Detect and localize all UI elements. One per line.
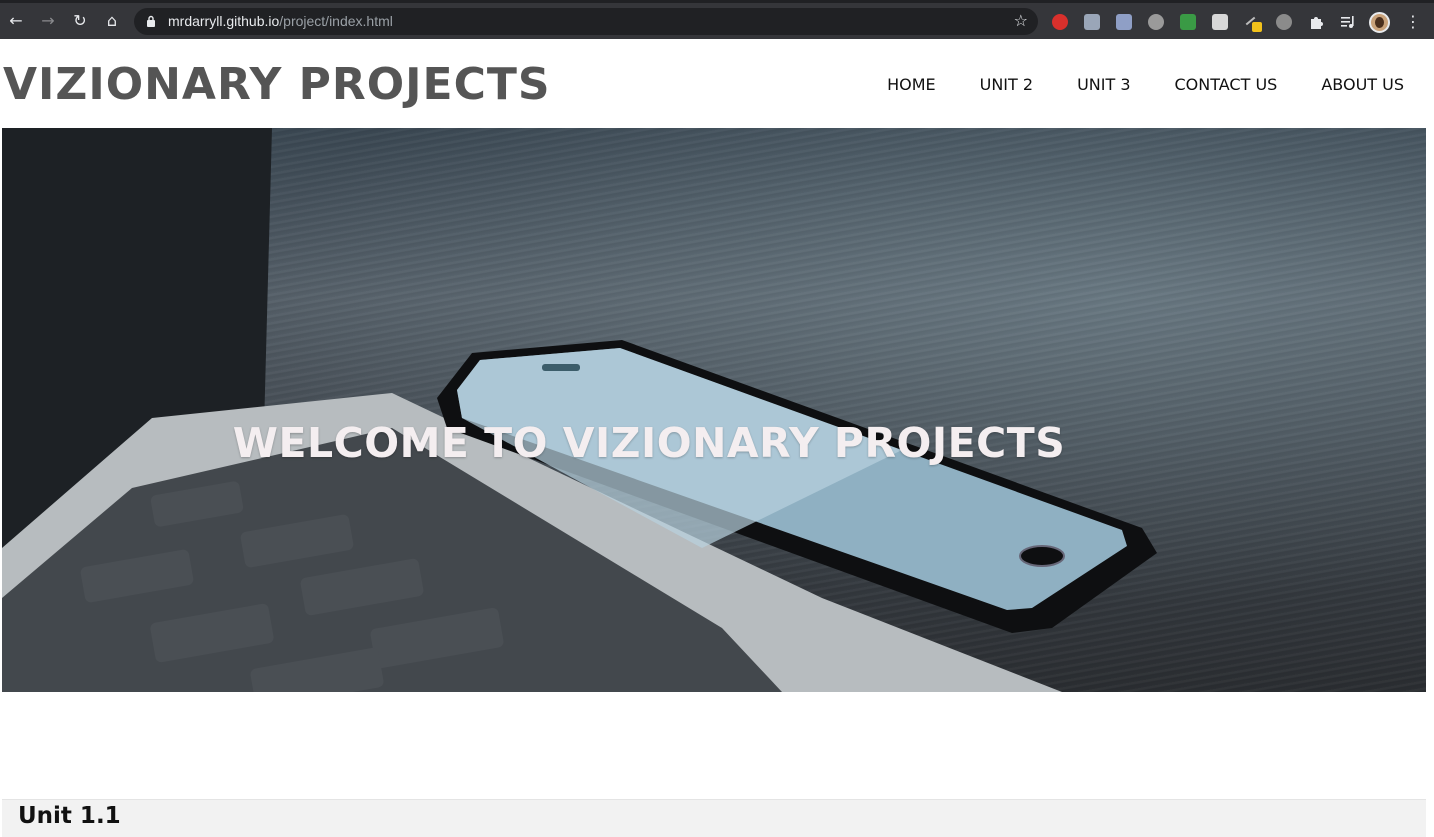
bookmark-star-icon[interactable]: ☆ (1014, 11, 1028, 31)
nav-contact-us[interactable]: CONTACT US (1175, 74, 1278, 96)
pen-icon[interactable] (1244, 14, 1262, 32)
adblock-icon[interactable] (1052, 14, 1068, 30)
lock-icon (147, 15, 155, 27)
globe-icon[interactable] (1276, 14, 1292, 30)
code-icon[interactable] (1084, 14, 1100, 30)
hero-image (2, 128, 1157, 692)
hero-banner: WELCOME TO VIZIONARY PROJECTS (2, 128, 1426, 692)
forward-icon[interactable]: → (36, 9, 60, 33)
site-title[interactable]: VIZIONARY PROJECTS (3, 59, 551, 111)
p-icon[interactable] (1212, 14, 1228, 30)
nav-unit-2[interactable]: UNIT 2 (980, 74, 1033, 96)
back-icon[interactable]: ← (4, 9, 28, 33)
puzzle-icon[interactable] (1308, 14, 1324, 30)
browser-toolbar: ← → ↻ ⌂ mrdarryll.github.io/project/inde… (0, 0, 1434, 39)
nav-home[interactable]: HOME (887, 74, 936, 96)
pi-icon[interactable] (1116, 14, 1132, 30)
section-header: Unit 1.1 (2, 799, 1426, 837)
profile-avatar[interactable] (1369, 12, 1390, 33)
main-nav: HOME UNIT 2 UNIT 3 CONTACT US ABOUT US (843, 74, 1404, 96)
reload-icon[interactable]: ↻ (68, 9, 92, 33)
url-text: mrdarryll.github.io/project/index.html (168, 12, 393, 31)
hero-heading: WELCOME TO VIZIONARY PROJECTS (232, 419, 1066, 467)
address-bar[interactable]: mrdarryll.github.io/project/index.html ☆ (134, 8, 1038, 35)
media-playlist-icon[interactable] (1340, 14, 1356, 30)
nav-about-us[interactable]: ABOUT US (1321, 74, 1404, 96)
s-logo-icon[interactable] (1148, 14, 1164, 30)
money-icon[interactable] (1180, 14, 1196, 30)
site-header: VIZIONARY PROJECTS HOME UNIT 2 UNIT 3 CO… (0, 39, 1434, 128)
url-host: mrdarryll.github.io (168, 13, 280, 29)
browser-menu-icon[interactable]: ⋮ (1404, 11, 1422, 33)
section-title: Unit 1.1 (18, 803, 121, 829)
home-icon[interactable]: ⌂ (100, 9, 124, 33)
nav-unit-3[interactable]: UNIT 3 (1077, 74, 1130, 96)
url-path: /project/index.html (279, 13, 393, 29)
